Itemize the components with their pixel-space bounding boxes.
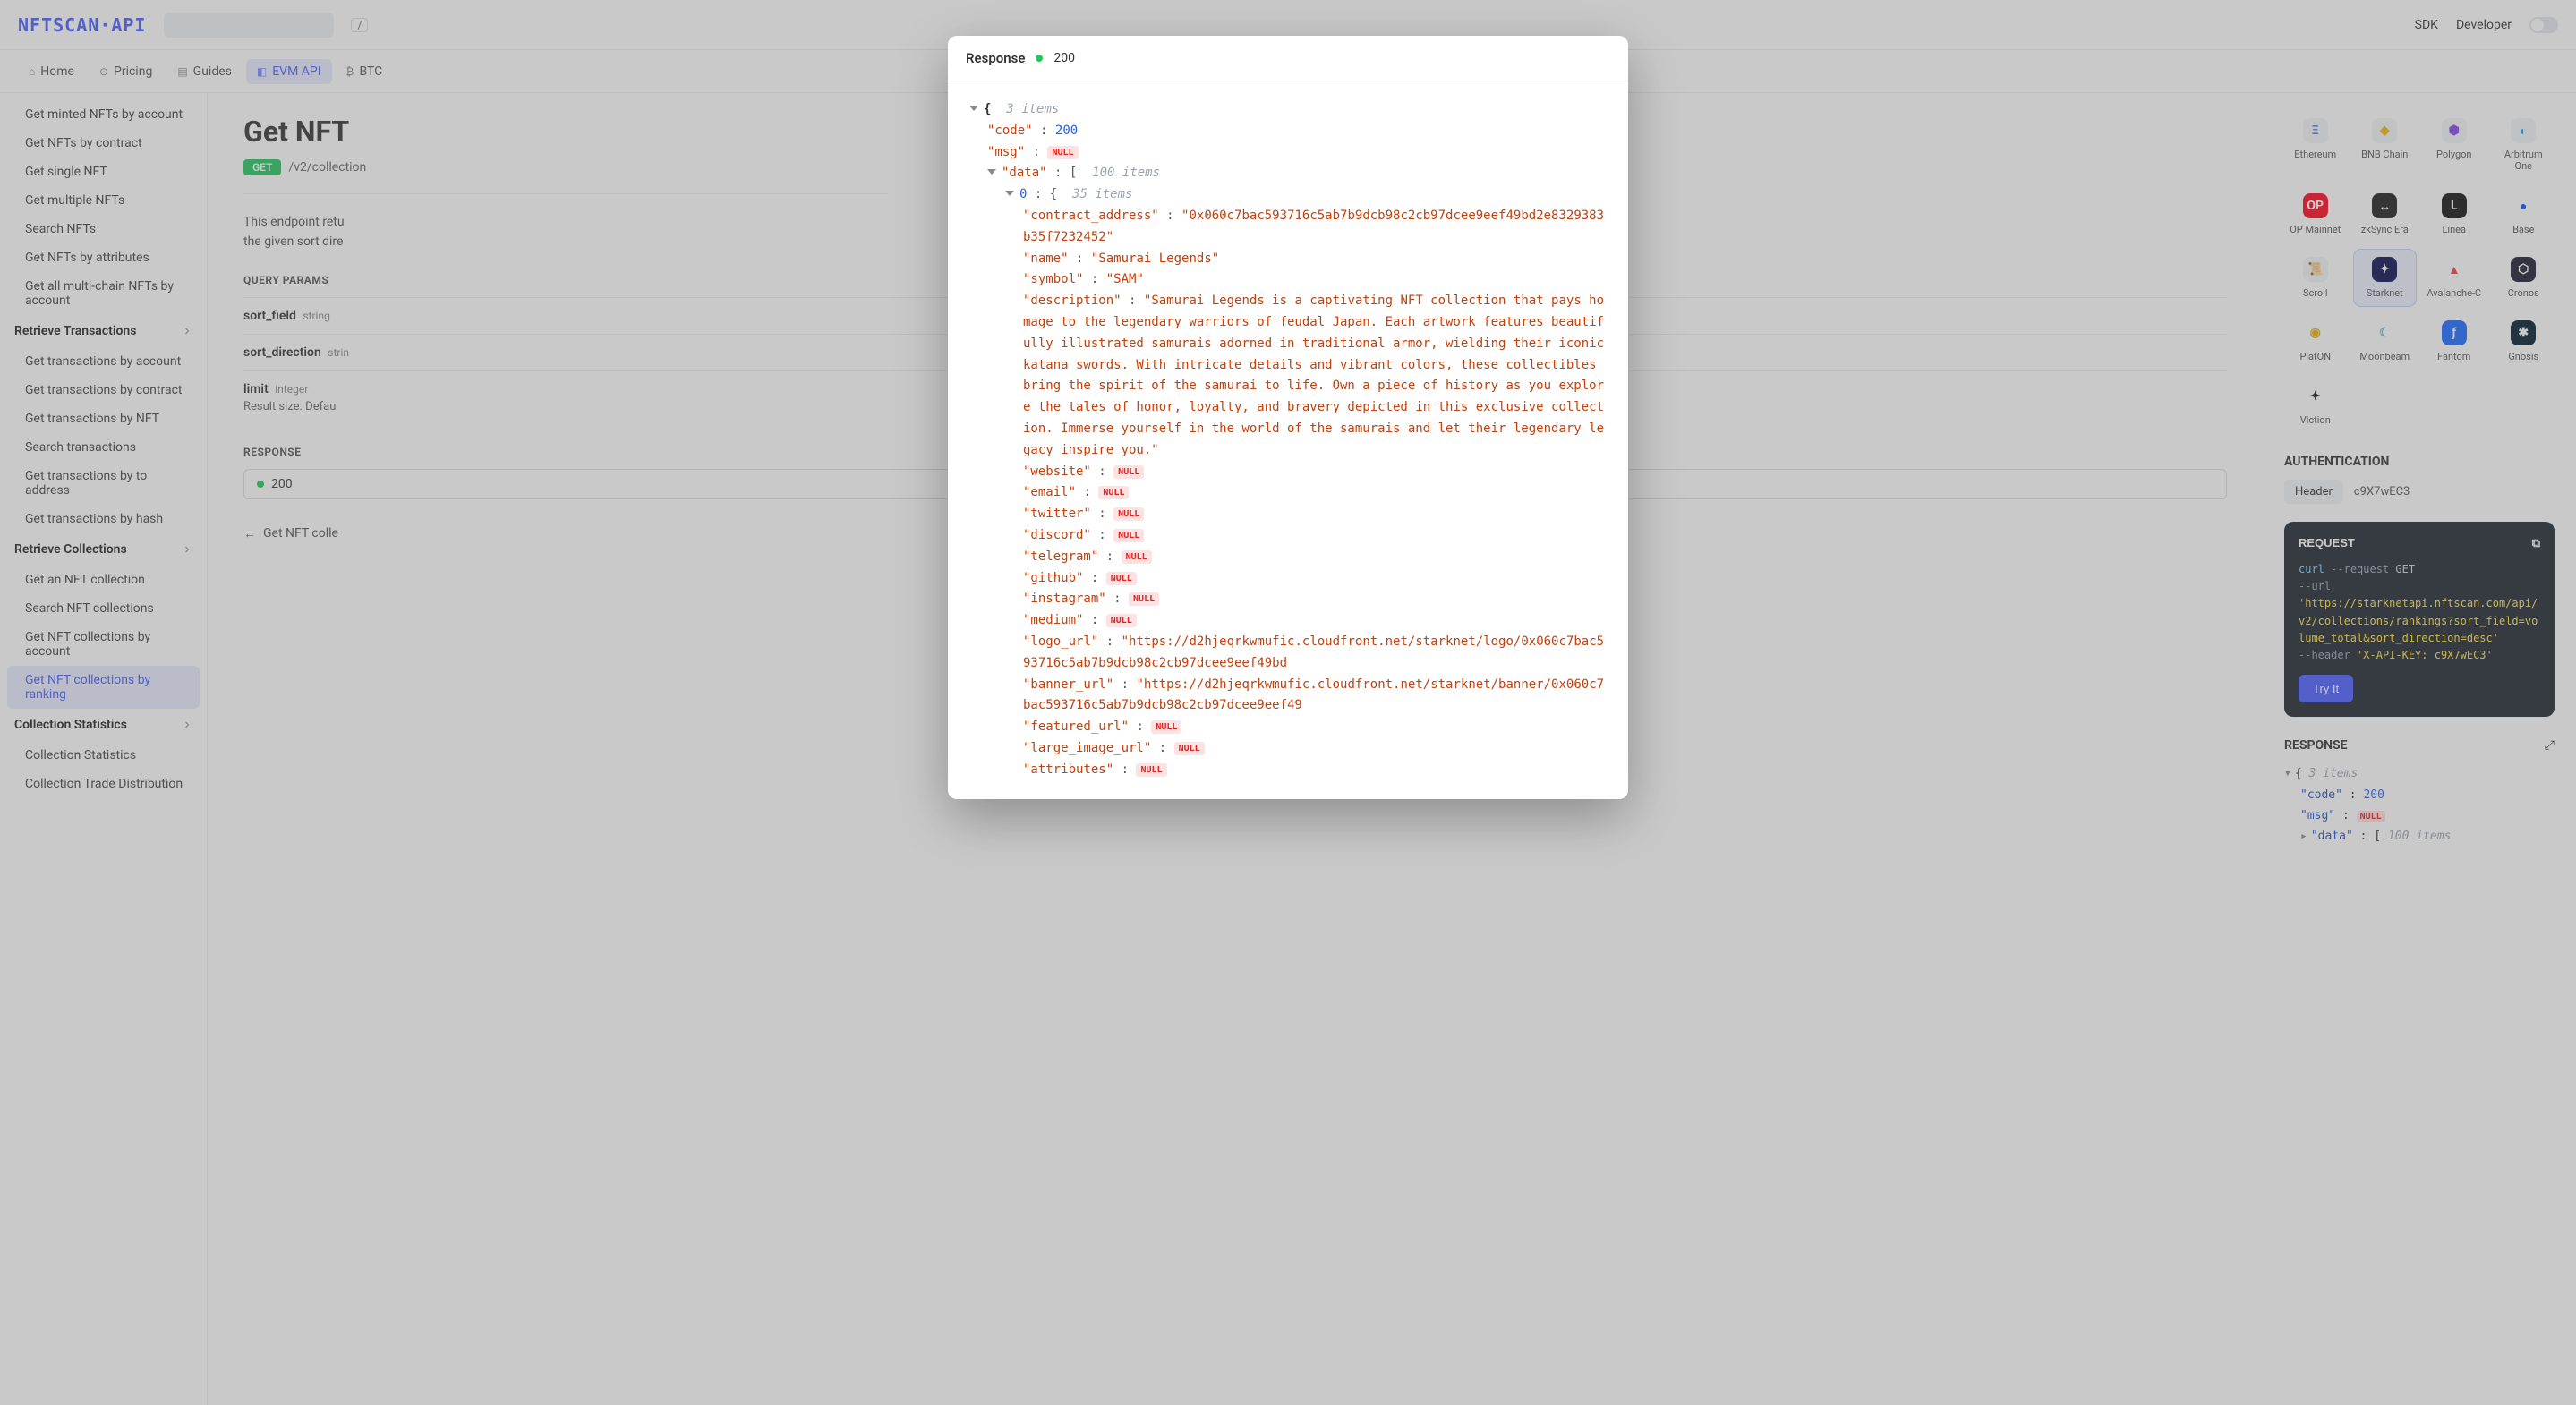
json-field: "twitter" : NULL — [969, 504, 1607, 525]
json-field: "description" : "Samurai Legends is a ca… — [969, 291, 1607, 461]
json-field: "large_image_url" : NULL — [969, 738, 1607, 760]
modal-header: Response 200 — [948, 36, 1628, 81]
json-field: "telegram" : NULL — [969, 547, 1607, 568]
json-field: "name" : "Samurai Legends" — [969, 249, 1607, 270]
json-field: "website" : NULL — [969, 462, 1607, 483]
modal-status-code: 200 — [1053, 51, 1075, 65]
status-dot-icon — [1036, 55, 1043, 62]
modal-body[interactable]: { 3 items "code" : 200 "msg" : NULL "dat… — [948, 81, 1628, 799]
response-modal: Response 200 { 3 items "code" : 200 "msg… — [948, 36, 1628, 799]
json-field: "medium" : NULL — [969, 610, 1607, 632]
json-field: "discord" : NULL — [969, 525, 1607, 547]
json-field: "symbol" : "SAM" — [969, 269, 1607, 291]
json-field: "attributes" : NULL — [969, 760, 1607, 781]
json-field: "banner_url" : "https://d2hjeqrkwmufic.c… — [969, 675, 1607, 718]
json-field: "email" : NULL — [969, 482, 1607, 504]
json-field: "instagram" : NULL — [969, 589, 1607, 610]
json-field: "contract_address" : "0x060c7bac593716c5… — [969, 206, 1607, 249]
json-field: "github" : NULL — [969, 568, 1607, 590]
json-field: "logo_url" : "https://d2hjeqrkwmufic.clo… — [969, 632, 1607, 675]
modal-title: Response — [966, 50, 1025, 66]
json-field: "featured_url" : NULL — [969, 717, 1607, 738]
